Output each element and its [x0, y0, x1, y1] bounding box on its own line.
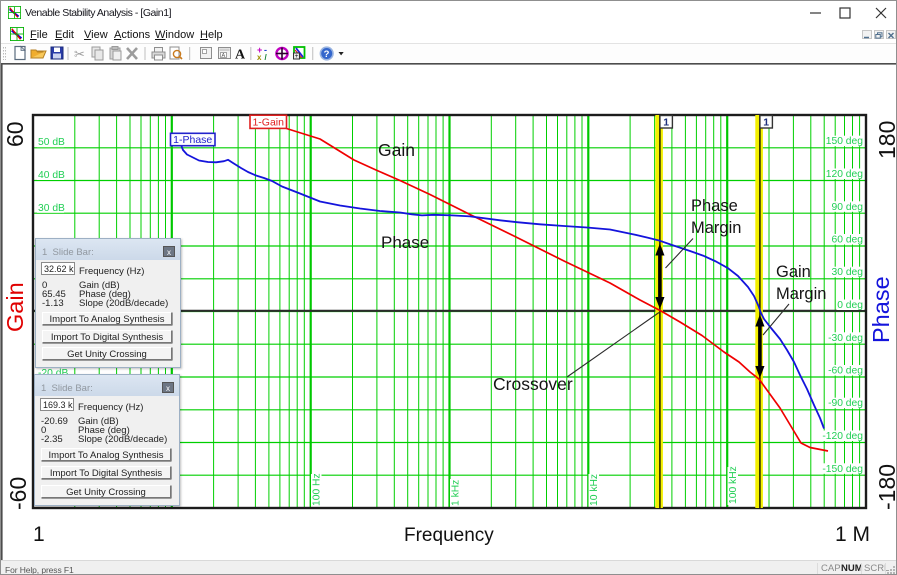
svg-text:180: 180 [874, 121, 897, 159]
svg-text:1: 1 [763, 117, 769, 129]
svg-text:?: ? [324, 49, 330, 60]
svg-text:Margin: Margin [691, 219, 741, 237]
svg-text:60: 60 [2, 121, 28, 147]
svg-text:-150 deg: -150 deg [822, 464, 863, 475]
svg-text:✂: ✂ [74, 47, 85, 62]
svg-text:40 dB: 40 dB [38, 170, 65, 181]
svg-text:-30 deg: -30 deg [828, 333, 863, 344]
svg-text:30 dB: 30 dB [38, 203, 65, 214]
svg-text:Phase: Phase [691, 197, 738, 215]
svg-text:150 deg: 150 deg [826, 136, 863, 147]
svg-text:Margin: Margin [776, 285, 826, 303]
svg-text:-60 deg: -60 deg [828, 366, 863, 377]
svg-text:+: + [295, 53, 299, 60]
svg-text:30 deg: 30 deg [832, 267, 864, 278]
svg-text:A: A [222, 53, 226, 59]
svg-text:-120 deg: -120 deg [822, 431, 863, 442]
svg-text:Frequency: Frequency [404, 525, 494, 546]
svg-text:Gain: Gain [776, 263, 811, 281]
svg-text:1 M: 1 M [835, 523, 870, 546]
svg-text:100 kHz: 100 kHz [728, 466, 739, 504]
svg-text:Gain: Gain [378, 140, 415, 160]
svg-text:x: x [257, 53, 262, 62]
svg-text:50 dB: 50 dB [38, 137, 65, 148]
svg-text:Phase: Phase [868, 276, 894, 343]
svg-text:1: 1 [33, 523, 45, 546]
svg-text:1: 1 [663, 117, 669, 129]
svg-text:-60: -60 [5, 477, 31, 510]
svg-text:1-Gain: 1-Gain [252, 117, 284, 129]
svg-text:Phase: Phase [381, 233, 429, 252]
svg-text:Gain: Gain [2, 282, 28, 332]
svg-text:90 deg: 90 deg [832, 202, 864, 213]
svg-text:0 deg: 0 deg [837, 300, 863, 311]
svg-text:100 Hz: 100 Hz [312, 473, 323, 506]
svg-text:1-Phase: 1-Phase [173, 134, 212, 146]
svg-text:-180: -180 [874, 464, 897, 510]
svg-text:10 kHz: 10 kHz [589, 474, 600, 506]
svg-text:A: A [235, 48, 246, 63]
svg-text:60 deg: 60 deg [832, 235, 864, 246]
svg-text:Crossover: Crossover [493, 374, 573, 394]
svg-text:1 kHz: 1 kHz [451, 480, 462, 506]
svg-text:120 deg: 120 deg [826, 169, 863, 180]
svg-text:-90 deg: -90 deg [828, 398, 863, 409]
svg-text:/: / [265, 53, 268, 62]
